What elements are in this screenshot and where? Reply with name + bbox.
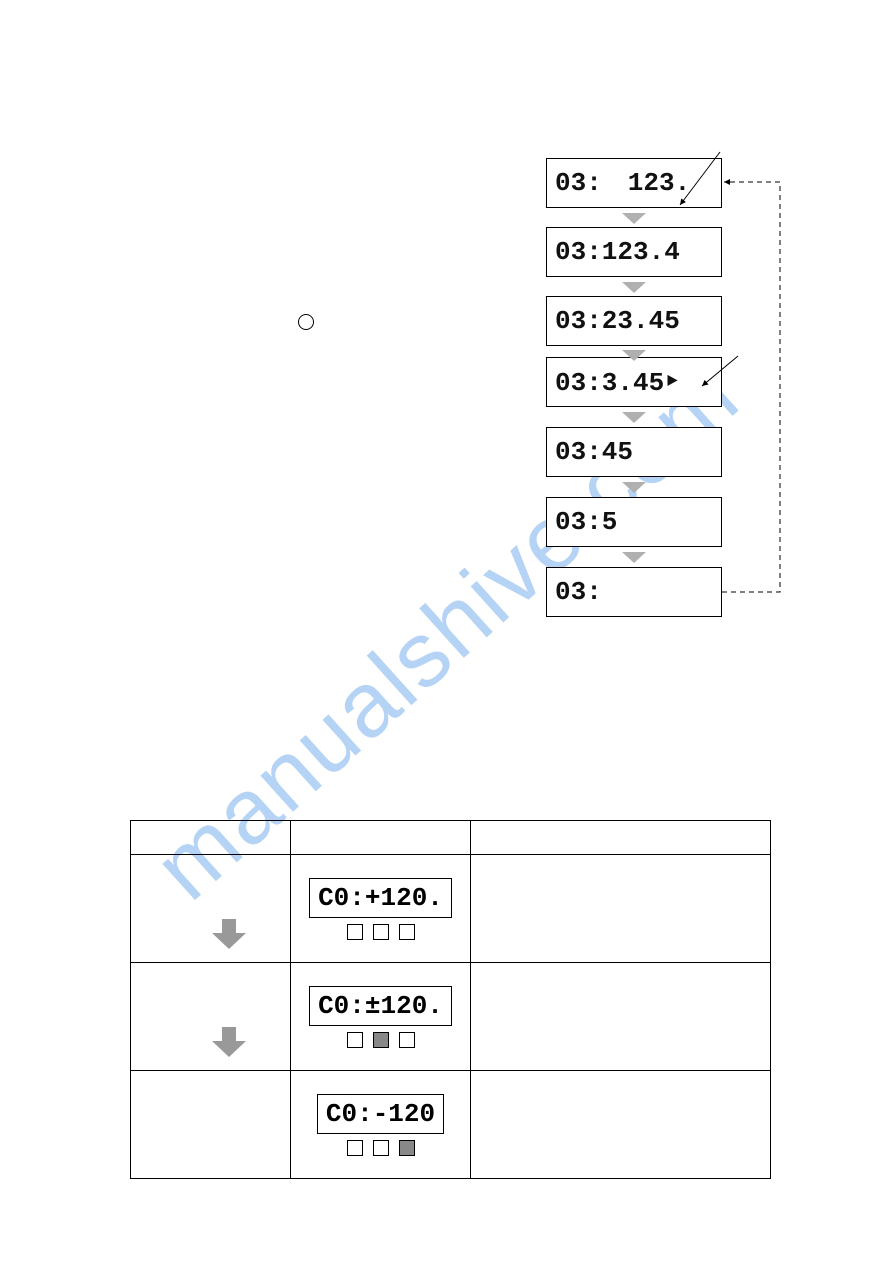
lcd-value: 03:5 xyxy=(555,507,617,537)
lcd-display-1: 03:123.4 xyxy=(546,227,722,277)
lcd-display-3: 03:3.45‣ xyxy=(546,357,722,407)
square-icon xyxy=(399,1140,415,1156)
lcd-display-4: 03:45 xyxy=(546,427,722,477)
marker-circle-icon xyxy=(298,314,314,330)
lcd-value: 03:123.4 xyxy=(555,237,680,267)
polarity-table: C0:+120. C0:±120. xyxy=(130,820,771,1179)
square-icon xyxy=(347,1032,363,1048)
lcd-value: C0:±120. xyxy=(318,991,443,1021)
table-cell-desc xyxy=(471,963,771,1071)
square-icon xyxy=(399,924,415,940)
table-header-cell xyxy=(131,821,291,855)
table-header-cell xyxy=(471,821,771,855)
indicator-squares xyxy=(291,1140,470,1156)
lcd-value: C0:-120 xyxy=(326,1099,435,1129)
square-icon xyxy=(373,1032,389,1048)
table-cell-arrow xyxy=(131,855,291,963)
table-cell-arrow xyxy=(131,963,291,1071)
table-cell-display: C0:±120. xyxy=(291,963,471,1071)
lcd-value: 03:45 xyxy=(555,437,633,467)
table-cell-arrow xyxy=(131,1071,291,1179)
square-icon xyxy=(399,1032,415,1048)
arrow-down-icon xyxy=(212,919,246,949)
lcd-display-0: 03: 123. xyxy=(546,158,722,208)
arrow-down-icon xyxy=(212,1027,246,1057)
table-header-cell xyxy=(291,821,471,855)
table-cell-display: C0:+120. xyxy=(291,855,471,963)
square-icon xyxy=(347,924,363,940)
indicator-squares xyxy=(291,1032,470,1048)
lcd-value: 03: 123. xyxy=(555,168,690,198)
lcd-display-6: 03: xyxy=(546,567,722,617)
lcd-value: 03: xyxy=(555,577,602,607)
table-cell-desc xyxy=(471,1071,771,1179)
lcd-value: C0:+120. xyxy=(318,883,443,913)
square-icon xyxy=(373,924,389,940)
table-cell-display: C0:-120 xyxy=(291,1071,471,1179)
square-icon xyxy=(347,1140,363,1156)
indicator-squares xyxy=(291,924,470,940)
lcd-display-2: 03:23.45 xyxy=(546,296,722,346)
lcd-display-5: 03:5 xyxy=(546,497,722,547)
table-cell-desc xyxy=(471,855,771,963)
lcd-value: 03:3.45‣ xyxy=(555,367,680,398)
flow-arrows-icon xyxy=(0,0,893,700)
lcd-value: 03:23.45 xyxy=(555,306,680,336)
square-icon xyxy=(373,1140,389,1156)
